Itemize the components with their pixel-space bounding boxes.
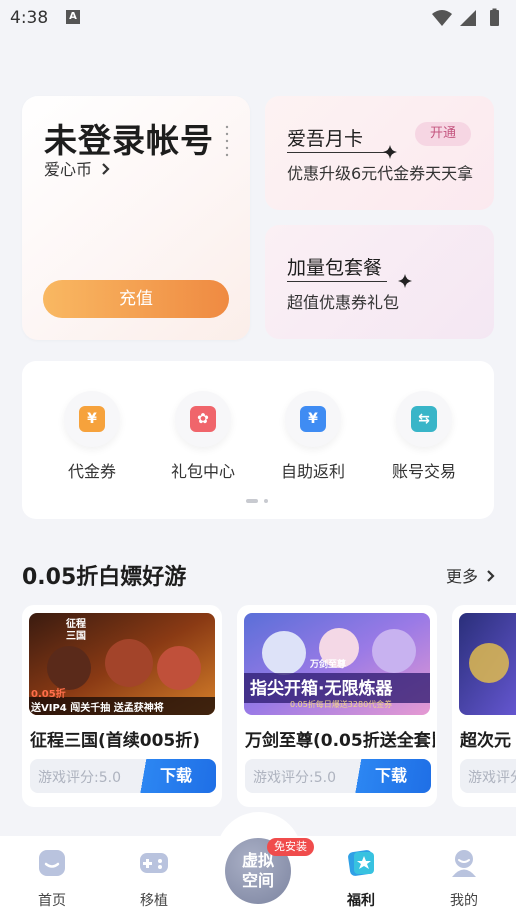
coin-label: 爱心币 [44, 160, 93, 179]
game-rating: 游戏评分:5.0 [253, 770, 336, 786]
monthly-card-title: 爱吾月卡 [287, 128, 364, 150]
nav-label: 我的 [450, 893, 478, 909]
rebate-icon-wrap: ¥ [285, 391, 341, 447]
trade-icon-wrap: ⇆ [396, 391, 452, 447]
status-bar: 4:38 A [0, 0, 516, 36]
game-banner-image[interactable]: 征程三国 0.05折 送VIP4 闯关千抽 送孟获神将 [29, 613, 215, 715]
banner-title: 万剑至尊 [310, 660, 347, 670]
game-rating: 游戏评分 [468, 770, 516, 786]
rating-pill: 游戏评分:5.0 下载 [30, 759, 216, 793]
banner-discount: 0.05折 [31, 689, 66, 700]
game-banner-image[interactable] [459, 613, 516, 715]
voucher-icon: ¥ [79, 406, 105, 432]
signal-battery-icon [432, 8, 499, 26]
welfare-star-icon [348, 850, 374, 876]
page-indicator [246, 499, 268, 503]
voucher-icon-wrap: ¥ [64, 391, 120, 447]
profile-icon [452, 850, 476, 877]
sparkle-icon [398, 274, 412, 288]
home-icon [39, 850, 65, 876]
chevron-right-icon [487, 570, 495, 582]
nav-port[interactable]: 移植 [119, 848, 189, 910]
game-card[interactable]: 超次元 游戏评分 [452, 605, 516, 807]
game-card[interactable]: 征程三国 0.05折 送VIP4 闯关千抽 送孟获神将 征程三国(首续005折)… [22, 605, 222, 807]
nav-profile[interactable]: 我的 [429, 848, 499, 910]
rating-pill: 游戏评分 [460, 759, 516, 793]
game-banner-image[interactable]: 万剑至尊 指尖开箱·无限炼器 0.05折每日爆送3280代金券 [244, 613, 430, 715]
shortcut-gift-center[interactable]: ✿ 礼包中心 [158, 391, 248, 482]
monthly-card-promo[interactable]: 爱吾月卡 开通 优惠升级6元代金券天天拿 [265, 96, 494, 210]
banner-headline: 指尖开箱·无限炼器 [250, 679, 393, 699]
account-card[interactable]: 未登录帐号 爱心币 充值 [22, 96, 250, 340]
banner-title: 征程三国 [66, 619, 86, 642]
shortcut-label: 自助返利 [280, 462, 345, 481]
shortcut-card: ¥ 代金券 ✿ 礼包中心 ¥ 自助返利 ⇆ 账号交易 [22, 361, 494, 519]
download-button[interactable]: 下载 [351, 759, 431, 793]
shortcut-account-trade[interactable]: ⇆ 账号交易 [379, 391, 469, 482]
open-button[interactable]: 开通 [415, 122, 471, 146]
status-time: 4:38 [10, 8, 49, 28]
shortcut-rebate[interactable]: ¥ 自助返利 [268, 391, 358, 482]
game-name[interactable]: 超次元 [460, 726, 511, 751]
banner-caption: 送VIP4 闯关千抽 送孟获神将 [31, 703, 164, 714]
sparkle-icon [383, 145, 397, 159]
monthly-card-subtitle: 优惠升级6元代金券天天拿 [287, 164, 474, 183]
nav-label: 首页 [38, 893, 66, 909]
chevron-right-icon [102, 163, 110, 175]
rating-pill: 游戏评分:5.0 下载 [245, 759, 431, 793]
shortcut-label: 礼包中心 [170, 462, 235, 481]
account-title[interactable]: 未登录帐号 [44, 114, 214, 162]
shortcut-label: 代金券 [67, 462, 116, 481]
trade-icon: ⇆ [411, 406, 437, 432]
decorative-dots-icon [225, 125, 229, 157]
nav-welfare[interactable]: 福利 [326, 848, 396, 910]
divider [287, 281, 387, 282]
nav-home[interactable]: 首页 [17, 848, 87, 910]
nav-label: 移植 [140, 893, 168, 909]
shortcut-voucher[interactable]: ¥ 代金券 [47, 391, 137, 482]
game-name[interactable]: 万剑至尊(0.05折送全套昆 [245, 726, 435, 751]
bundle-title: 加量包套餐 [287, 257, 383, 279]
recharge-button[interactable]: 充值 [43, 280, 229, 318]
virtual-space-line2: 空间 [241, 871, 274, 890]
notification-icon: A [66, 10, 80, 24]
nav-label: 福利 [347, 893, 375, 909]
shortcut-label: 账号交易 [391, 462, 456, 481]
more-link[interactable]: 更多 [446, 563, 496, 587]
bundle-promo[interactable]: 加量包套餐 超值优惠券礼包 [265, 225, 494, 339]
status-icons [430, 8, 504, 32]
section-title: 0.05折白嫖好游 [22, 565, 187, 590]
rebate-icon: ¥ [300, 406, 326, 432]
game-card[interactable]: 万剑至尊 指尖开箱·无限炼器 0.05折每日爆送3280代金券 万剑至尊(0.0… [237, 605, 437, 807]
gift-icon: ✿ [190, 406, 216, 432]
gift-icon-wrap: ✿ [175, 391, 231, 447]
banner-caption: 0.05折每日爆送3280代金券 [290, 700, 393, 709]
game-name[interactable]: 征程三国(首续005折) [30, 726, 200, 751]
install-free-badge: 免安装 [267, 838, 314, 856]
more-label: 更多 [446, 567, 479, 586]
download-button[interactable]: 下载 [136, 759, 216, 793]
bundle-subtitle: 超值优惠券礼包 [287, 293, 400, 312]
coin-link[interactable]: 爱心币 [44, 156, 111, 180]
game-rating: 游戏评分:5.0 [38, 770, 121, 786]
gamepad-icon [140, 853, 168, 873]
divider [287, 152, 387, 153]
